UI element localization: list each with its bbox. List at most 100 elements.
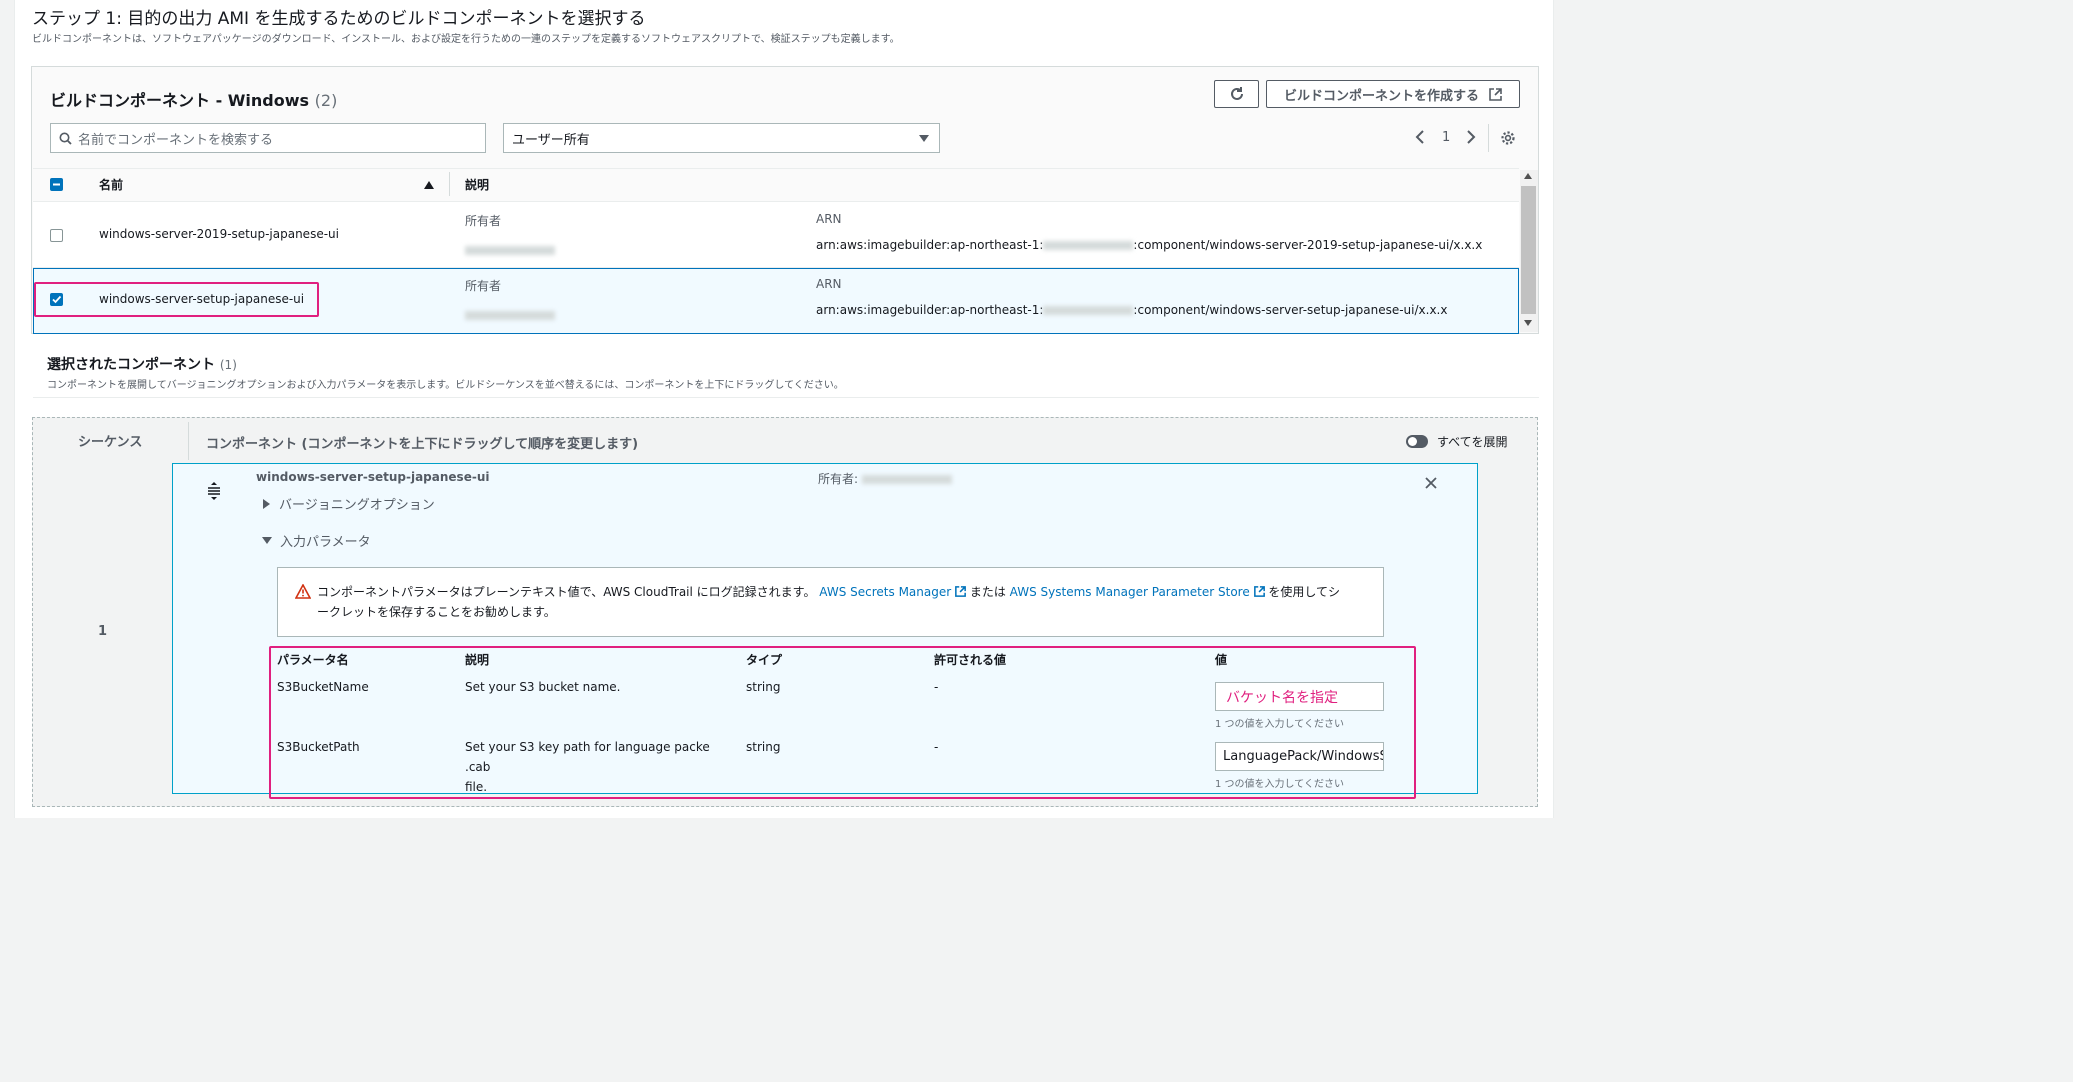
header-divider (188, 422, 189, 460)
versioning-options-label: バージョニングオプション (279, 498, 435, 513)
owner-label: 所有者 (465, 214, 502, 228)
arn-suffix: :component/windows-server-2019-setup-jap… (1133, 238, 1483, 252)
drag-handle-icon[interactable] (207, 482, 221, 500)
input-params-expander[interactable]: 入力パラメータ (262, 531, 371, 550)
param-value-input[interactable]: LanguagePack/WindowsServer (1215, 742, 1384, 771)
param-allowed: - (934, 680, 939, 694)
alert-text: コンポーネントパラメータはプレーンテキスト値で、AWS CloudTrail に… (317, 582, 1367, 622)
arn-value: arn:aws:imagebuilder:ap-northeast-1: :com… (816, 238, 1482, 252)
param-header-allowed: 許可される値 (934, 653, 1007, 667)
param-header-type: タイプ (746, 653, 783, 667)
expand-all-label: すべてを展開 (1437, 435, 1508, 449)
account-id-redacted (1043, 241, 1134, 250)
param-type: string (746, 680, 781, 694)
param-description-line1: Set your S3 key path for language packe … (465, 740, 710, 774)
caret-down-icon (919, 135, 929, 142)
secrets-manager-link[interactable]: AWS Secrets Manager (819, 585, 951, 599)
checkmark-icon (52, 295, 62, 304)
search-placeholder: 名前でコンポーネントを検索する (78, 132, 274, 148)
component-list-title-text: ビルドコンポーネント - Windows (50, 91, 310, 110)
column-header-description[interactable]: 説明 (465, 176, 489, 193)
alert-text-between: または (969, 585, 1006, 599)
versioning-options-expander[interactable]: バージョニングオプション (262, 494, 435, 513)
caret-down-icon (262, 537, 272, 544)
param-name: S3BucketPath (277, 740, 360, 754)
section-divider (33, 397, 1539, 398)
caret-right-icon (263, 498, 270, 509)
arn-suffix: :component/windows-server-setup-japanese… (1133, 303, 1448, 317)
param-hint: 1 つの値を入力してください (1215, 779, 1344, 790)
owner-filter-value: ユーザー所有 (512, 132, 590, 148)
page-number[interactable]: 1 (1442, 130, 1450, 145)
param-header-name: パラメータ名 (277, 653, 349, 667)
param-description-line2: file. (465, 780, 488, 794)
arn-value: arn:aws:imagebuilder:ap-northeast-1: :com… (816, 303, 1447, 317)
account-id-redacted (1043, 306, 1134, 315)
external-link-icon (955, 586, 966, 597)
param-value-input[interactable]: バケット名を指定 (1215, 682, 1384, 711)
sort-ascending-icon[interactable] (423, 180, 435, 190)
parameter-store-link[interactable]: AWS Systems Manager Parameter Store (1010, 585, 1250, 599)
scroll-up-icon[interactable] (1524, 173, 1532, 179)
param-description: Set your S3 bucket name. (465, 680, 621, 694)
row-checkbox-checked[interactable] (50, 293, 63, 306)
arn-label: ARN (816, 277, 842, 291)
pager-divider (1488, 124, 1489, 152)
param-name: S3BucketName (277, 680, 369, 694)
component-name: windows-server-setup-japanese-ui (99, 292, 305, 306)
owner-value-redacted (861, 475, 952, 484)
input-params-label: 入力パラメータ (280, 535, 371, 550)
remove-component-button[interactable] (1424, 476, 1438, 490)
param-header-description: 説明 (465, 653, 490, 667)
param-hint: 1 つの値を入力してください (1215, 719, 1344, 730)
create-component-button[interactable]: ビルドコンポーネントを作成する (1266, 80, 1520, 108)
owner-label: 所有者: (818, 472, 859, 486)
refresh-icon (1229, 86, 1245, 102)
param-allowed: - (934, 740, 939, 754)
create-component-label: ビルドコンポーネントを作成する (1283, 88, 1479, 104)
component-card-name: windows-server-setup-japanese-ui (256, 470, 490, 484)
next-page-button[interactable] (1464, 129, 1478, 145)
close-icon (1424, 476, 1438, 490)
row-checkbox[interactable] (50, 229, 63, 242)
preferences-button[interactable] (1500, 130, 1516, 146)
refresh-button[interactable] (1214, 80, 1259, 108)
external-link-icon (1253, 586, 1265, 597)
owner-value-redacted (465, 240, 555, 259)
selected-count: (1) (219, 358, 237, 372)
column-divider (449, 172, 450, 196)
prev-page-button[interactable] (1413, 129, 1427, 145)
alert-text-end: を使用してシ (1268, 585, 1341, 599)
sequence-header: シーケンス (78, 435, 143, 450)
scrollbar-thumb[interactable] (1521, 186, 1536, 314)
select-all-checkbox[interactable] (50, 178, 63, 191)
component-count: (2) (314, 91, 338, 110)
external-link-icon (1489, 87, 1502, 101)
param-header-value: 値 (1215, 653, 1228, 667)
arn-prefix: arn:aws:imagebuilder:ap-northeast-1: (816, 303, 1044, 317)
table-header (33, 168, 1519, 202)
expand-all-toggle[interactable] (1406, 435, 1428, 448)
search-icon (59, 132, 72, 145)
sequence-number: 1 (98, 624, 108, 639)
selected-title-text: 選択されたコンポーネント (47, 357, 215, 373)
column-header-name[interactable]: 名前 (99, 176, 123, 193)
step-title: ステップ 1: 目的の出力 AMI を生成するためのビルドコンポーネントを選択す… (32, 9, 646, 29)
owner-label: 所有者 (465, 279, 502, 293)
alert-text-start: コンポーネントパラメータはプレーンテキスト値で、AWS CloudTrail に… (317, 585, 816, 599)
component-list-title: ビルドコンポーネント - Windows (2) (50, 87, 337, 111)
gear-icon (1500, 130, 1516, 146)
selected-components-title: 選択されたコンポーネント (1) (47, 354, 237, 374)
indeterminate-icon (53, 183, 60, 186)
owner-filter-select[interactable]: ユーザー所有 (503, 123, 940, 153)
scroll-down-icon[interactable] (1524, 320, 1532, 326)
arn-label: ARN (816, 212, 842, 226)
component-header: コンポーネント (コンポーネントを上下にドラッグして順序を変更します) (206, 437, 639, 452)
arn-prefix: arn:aws:imagebuilder:ap-northeast-1: (816, 238, 1044, 252)
search-input[interactable]: 名前でコンポーネントを検索する (50, 123, 486, 153)
param-type: string (746, 740, 781, 754)
component-card-owner: 所有者: (818, 470, 952, 487)
owner-value-redacted (465, 305, 555, 324)
chevron-left-icon (1413, 129, 1427, 145)
chevron-right-icon (1464, 129, 1478, 145)
